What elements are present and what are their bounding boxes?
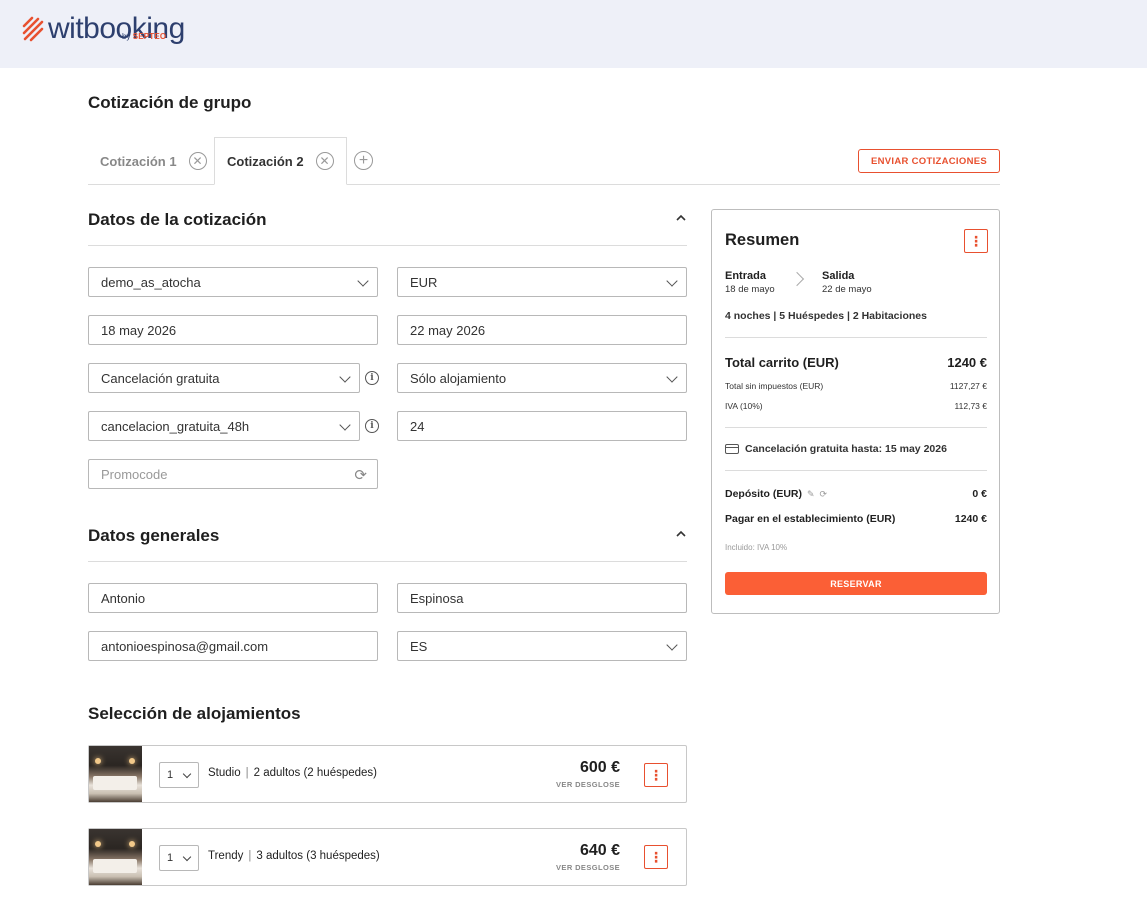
check-in-date: 18 de mayo <box>725 284 775 295</box>
divider <box>725 337 987 338</box>
deposit-row: Depósito (EUR) ✎ ⟳ 0 € <box>725 488 987 500</box>
view-breakdown-link[interactable]: VER DESGLOSE <box>556 780 620 789</box>
info-icon[interactable]: i <box>365 371 379 385</box>
check-in-date-field[interactable]: 18 may 2026 <box>88 315 378 345</box>
chevron-down-icon <box>182 852 192 862</box>
check-out-date-field[interactable]: 22 may 2026 <box>397 315 687 345</box>
chevron-down-icon <box>339 371 351 383</box>
chevron-right-icon <box>789 271 805 287</box>
cancellation-code-select[interactable]: cancelacion_gratuita_48h <box>88 411 360 441</box>
credit-card-icon <box>725 444 739 454</box>
tab-cotizacion-2[interactable]: Cotización 2 ✕ <box>214 137 347 185</box>
tax-included-note: Incluido: IVA 10% <box>725 543 788 552</box>
more-options-icon[interactable]: ⋮ <box>964 229 988 253</box>
board-select[interactable]: Sólo alojamiento <box>397 363 687 393</box>
room-photo <box>89 746 142 802</box>
logo-stripes-icon <box>22 16 44 42</box>
total-row: Total carrito (EUR) 1240 € <box>725 355 987 370</box>
room-description: Trendy | 3 adultos (3 huéspedes) <box>208 850 380 862</box>
edit-icon[interactable]: ✎ <box>807 489 815 499</box>
country-select[interactable]: ES <box>397 631 687 661</box>
quote-tabs: Cotización 1 ✕ Cotización 2 ✕ + ENVIAR C… <box>88 137 1000 185</box>
cancellation-info: Cancelación gratuita hasta: 15 may 2026 <box>725 443 947 455</box>
summary-title: Resumen <box>725 231 800 249</box>
tab-cotizacion-1[interactable]: Cotización 1 ✕ <box>100 137 207 185</box>
view-breakdown-link[interactable]: VER DESGLOSE <box>556 863 620 872</box>
check-in-label: Entrada <box>725 270 766 282</box>
chevron-down-icon <box>357 275 369 287</box>
stay-summary: 4 noches | 5 Huéspedes | 2 Habitaciones <box>725 310 927 322</box>
check-out-label: Salida <box>822 270 855 282</box>
room-price: 600 € <box>579 759 620 776</box>
chevron-down-icon <box>666 371 678 383</box>
room-photo <box>89 829 142 885</box>
promocode-input[interactable]: Promocode ⟳ <box>88 459 378 489</box>
net-row: Total sin impuestos (EUR) 1127,27 € <box>725 381 987 391</box>
refresh-icon[interactable]: ⟳ <box>354 466 367 484</box>
currency-select[interactable]: EUR <box>397 267 687 297</box>
summary-panel: Resumen ⋮ Entrada 18 de mayo Salida 22 d… <box>711 209 1000 614</box>
tab-label: Cotización 2 <box>227 153 304 169</box>
chevron-up-icon[interactable] <box>675 528 687 540</box>
cancellation-policy-select[interactable]: Cancelación gratuita <box>88 363 360 393</box>
room-quantity-select[interactable]: 1 <box>159 762 199 788</box>
email-field[interactable]: antonioespinosa@gmail.com <box>88 631 378 661</box>
chevron-down-icon <box>182 769 192 779</box>
room-quantity-select[interactable]: 1 <box>159 845 199 871</box>
tab-label: Cotización 1 <box>100 153 177 169</box>
info-icon[interactable]: i <box>365 419 379 433</box>
chevron-down-icon <box>666 275 678 287</box>
last-name-field[interactable]: Espinosa <box>397 583 687 613</box>
hours-input[interactable]: 24 <box>397 411 687 441</box>
quote-data-heading[interactable]: Datos de la cotización <box>88 210 687 246</box>
divider <box>725 427 987 428</box>
room-description: Studio | 2 adultos (2 huéspedes) <box>208 767 377 779</box>
more-options-icon[interactable]: ⋮ <box>644 845 668 869</box>
send-quotes-button[interactable]: ENVIAR COTIZACIONES <box>858 149 1000 173</box>
divider <box>725 470 987 471</box>
book-button[interactable]: RESERVAR <box>725 572 987 595</box>
chevron-up-icon[interactable] <box>675 212 687 224</box>
brand-byline: by SEPTEO <box>122 32 167 41</box>
top-bar: witbooking by SEPTEO <box>0 0 1147 68</box>
chevron-down-icon <box>666 639 678 651</box>
chevron-down-icon <box>339 419 351 431</box>
room-price: 640 € <box>579 842 620 859</box>
close-tab-icon[interactable]: ✕ <box>315 152 334 170</box>
more-options-icon[interactable]: ⋮ <box>644 763 668 787</box>
vat-row: IVA (10%) 112,73 € <box>725 401 987 411</box>
check-out-date: 22 de mayo <box>822 284 872 295</box>
page-title: Cotización de grupo <box>88 93 252 112</box>
property-select[interactable]: demo_as_atocha <box>88 267 378 297</box>
first-name-field[interactable]: Antonio <box>88 583 378 613</box>
close-tab-icon[interactable]: ✕ <box>188 152 207 170</box>
pay-at-hotel-row: Pagar en el establecimiento (EUR) 1240 € <box>725 513 987 525</box>
rooms-heading: Selección de alojamientos <box>88 704 301 723</box>
room-item: 1 Studio | 2 adultos (2 huéspedes) 600 € V… <box>88 745 687 803</box>
refresh-icon[interactable]: ⟳ <box>820 489 828 499</box>
add-tab-icon[interactable]: + <box>354 151 373 170</box>
room-item: 1 Trendy | 3 adultos (3 huéspedes) 640 € V… <box>88 828 687 886</box>
general-data-heading[interactable]: Datos generales <box>88 526 687 562</box>
